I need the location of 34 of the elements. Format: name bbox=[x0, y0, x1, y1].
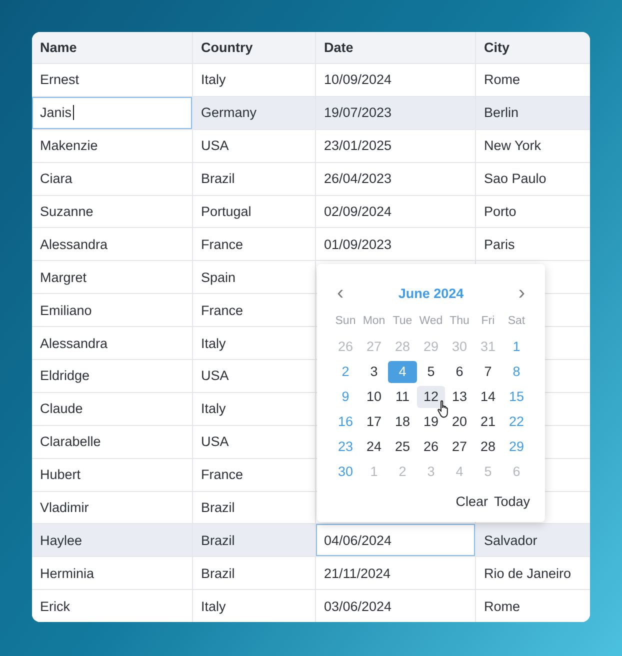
weekday-label: Tue bbox=[392, 314, 414, 329]
weekday-label: Wed bbox=[418, 314, 444, 329]
calendar-day[interactable]: 5 bbox=[416, 360, 446, 382]
weekday-label: Sun bbox=[334, 314, 357, 329]
clear-button[interactable]: Clear bbox=[454, 492, 489, 511]
table-row[interactable]: Janis Germany 19/07/2023 Berlin bbox=[32, 96, 590, 130]
weekday-label: Sat bbox=[506, 314, 526, 329]
calendar-day[interactable]: 3 bbox=[360, 360, 388, 382]
table-cell: Rome bbox=[476, 590, 590, 622]
calendar-day[interactable]: 24 bbox=[360, 436, 388, 458]
calendar-day[interactable]: 28 bbox=[474, 436, 502, 458]
today-button[interactable]: Today bbox=[492, 492, 531, 511]
table-cell: Italy bbox=[193, 590, 316, 622]
table-cell: 03/06/2024 bbox=[316, 590, 476, 622]
calendar-day[interactable]: 27 bbox=[445, 436, 474, 458]
table-row[interactable]: Alessandra France 01/09/2023 Paris bbox=[32, 228, 590, 262]
table-row[interactable]: Suzanne Portugal 02/09/2024 Porto bbox=[32, 196, 590, 228]
calendar-day[interactable]: 12 bbox=[416, 386, 446, 408]
table-row[interactable]: Herminia Brazil 21/11/2024 Rio de Janeiro bbox=[32, 557, 590, 590]
table-row[interactable]: Ernest Italy 10/09/2024 Rome bbox=[32, 64, 590, 97]
calendar-day[interactable]: 25 bbox=[388, 436, 417, 458]
weekday-label: Mon bbox=[362, 314, 386, 329]
weekday-label: Fri bbox=[480, 314, 496, 329]
calendar-day[interactable]: 7 bbox=[474, 360, 502, 382]
text-field[interactable]: Janis bbox=[32, 96, 193, 130]
table-row[interactable]: Haylee Brazil 04/06/2024 Salvador bbox=[32, 524, 590, 558]
table-row[interactable]: Makenzie USA 23/01/2025 New York bbox=[32, 130, 590, 163]
calendar-day[interactable]: 6 bbox=[445, 360, 474, 382]
weekday-label: Thu bbox=[448, 314, 470, 329]
text-field[interactable]: 04/06/2024 bbox=[316, 524, 476, 558]
calendar-day[interactable]: 26 bbox=[416, 436, 446, 458]
table-row[interactable]: Erick Italy 03/06/2024 Rome bbox=[32, 590, 590, 622]
table-row[interactable]: Ciara Brazil 26/04/2023 Sao Paulo bbox=[32, 162, 590, 196]
table-cell: Erick bbox=[32, 590, 193, 622]
